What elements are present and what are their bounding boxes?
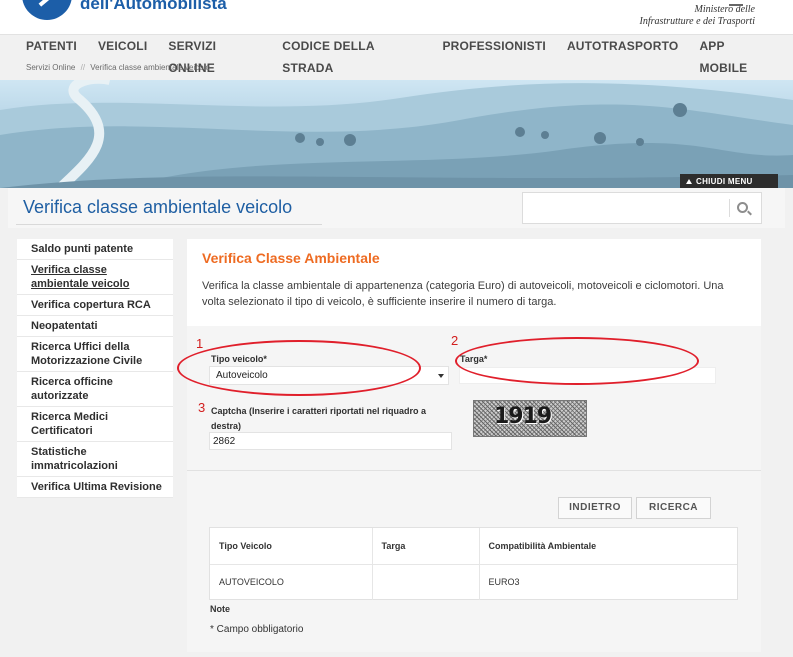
- sidebar-menu: Saldo punti patente Verifica classe ambi…: [17, 239, 173, 498]
- nav-item-autotrasporto[interactable]: AUTOTRASPORTO: [567, 35, 679, 79]
- nav-item-servizi-online[interactable]: SERVIZI ONLINE: [168, 35, 261, 79]
- sidebar-item-ultima-revisione[interactable]: Verifica Ultima Revisione: [17, 477, 173, 498]
- sidebar-item-medici[interactable]: Ricerca Medici Certificatori: [17, 407, 173, 442]
- back-button[interactable]: INDIETRO: [558, 497, 632, 519]
- col-compatibilita: Compatibilità Ambientale: [479, 528, 737, 565]
- sidebar-item-saldo-punti[interactable]: Saldo punti patente: [17, 239, 173, 260]
- panel-heading: Verifica Classe Ambientale: [202, 250, 380, 266]
- cell-compatibilita: EURO3: [488, 577, 520, 588]
- annotation-number-3: 3: [198, 400, 206, 415]
- captcha-label: Captcha (Inserire i caratteri riportati …: [211, 406, 427, 431]
- captcha-input[interactable]: [209, 432, 452, 450]
- sidebar-item-copertura-rca[interactable]: Verifica copertura RCA: [17, 295, 173, 316]
- nav-item-veicoli[interactable]: VEICOLI: [98, 35, 147, 79]
- breadcrumb-separator: //: [80, 63, 86, 72]
- sidebar-item-uffici-motorizzazione[interactable]: Ricerca Uffici della Motorizzazione Civi…: [17, 337, 173, 372]
- breadcrumb: Servizi Online // Verifica classe ambien…: [26, 63, 210, 72]
- search-divider: [729, 199, 730, 217]
- nav-item-codice-della-strada[interactable]: CODICE DELLA STRADA: [282, 35, 421, 79]
- col-tipo-veicolo: Tipo Veicolo: [210, 528, 373, 565]
- sidebar-item-officine[interactable]: Ricerca officine autorizzate: [17, 372, 173, 407]
- ministry-label: Ministero delle Infrastrutture e dei Tra…: [625, 4, 755, 28]
- portale-logo-icon[interactable]: [22, 0, 72, 20]
- annotation-number-2: 2: [451, 333, 459, 348]
- search-icon[interactable]: [737, 202, 748, 213]
- ministry-line2: Infrastrutture e dei Trasporti: [639, 16, 755, 27]
- logo-text[interactable]: dell'Automobilista: [80, 0, 227, 14]
- col-targa: Targa: [372, 528, 480, 565]
- cell-targa-value: [381, 572, 440, 591]
- sidebar-item-statistiche[interactable]: Statistiche immatricolazioni: [17, 442, 173, 477]
- annotation-ellipse-targa: [455, 337, 699, 385]
- search-button[interactable]: RICERCA: [636, 497, 711, 519]
- results-table: Tipo Veicolo Targa Compatibilità Ambient…: [209, 527, 738, 600]
- page-title: Verifica classe ambientale veicolo: [23, 197, 293, 217]
- table-row: AUTOVEICOLO EURO3: [210, 564, 737, 600]
- annotation-ellipse-tipo: [177, 340, 421, 396]
- form-divider: [187, 470, 761, 471]
- nav-item-patenti[interactable]: PATENTI: [26, 35, 77, 79]
- panel-description: Verifica la classe ambientale di apparte…: [202, 280, 724, 308]
- nav-item-app-mobile[interactable]: APP MOBILE: [699, 35, 772, 79]
- breadcrumb-root[interactable]: Servizi Online: [26, 63, 75, 72]
- nav-item-professionisti[interactable]: PROFESSIONISTI: [442, 35, 545, 79]
- title-divider: [16, 224, 322, 225]
- annotation-number-1: 1: [196, 336, 204, 351]
- ministry-emblem-icon: [729, 0, 743, 6]
- site-search: [522, 192, 762, 224]
- notes-required: * Campo obbligatorio: [210, 624, 304, 635]
- main-nav: PATENTI VEICOLI SERVIZI ONLINE CODICE DE…: [0, 34, 793, 75]
- sidebar-item-neopatentati[interactable]: Neopatentati: [17, 316, 173, 337]
- cell-tipo-veicolo: AUTOVEICOLO: [210, 564, 373, 600]
- dropdown-arrow-icon: [438, 374, 444, 378]
- hero-landscape-image: [0, 80, 793, 188]
- captcha-image-text: 1919: [494, 404, 552, 429]
- results-header-row: Tipo Veicolo Targa Compatibilità Ambient…: [210, 528, 737, 565]
- search-input[interactable]: [527, 197, 723, 219]
- breadcrumb-current: Verifica classe ambientale veicolo: [90, 63, 210, 72]
- notes-title: Note: [210, 604, 230, 614]
- site-header: dell'Automobilista Ministero delle Infra…: [0, 0, 793, 34]
- sidebar-item-verifica-classe[interactable]: Verifica classe ambientale veicolo: [17, 260, 173, 295]
- cell-targa: [372, 564, 480, 600]
- captcha-image: 1919: [473, 400, 587, 437]
